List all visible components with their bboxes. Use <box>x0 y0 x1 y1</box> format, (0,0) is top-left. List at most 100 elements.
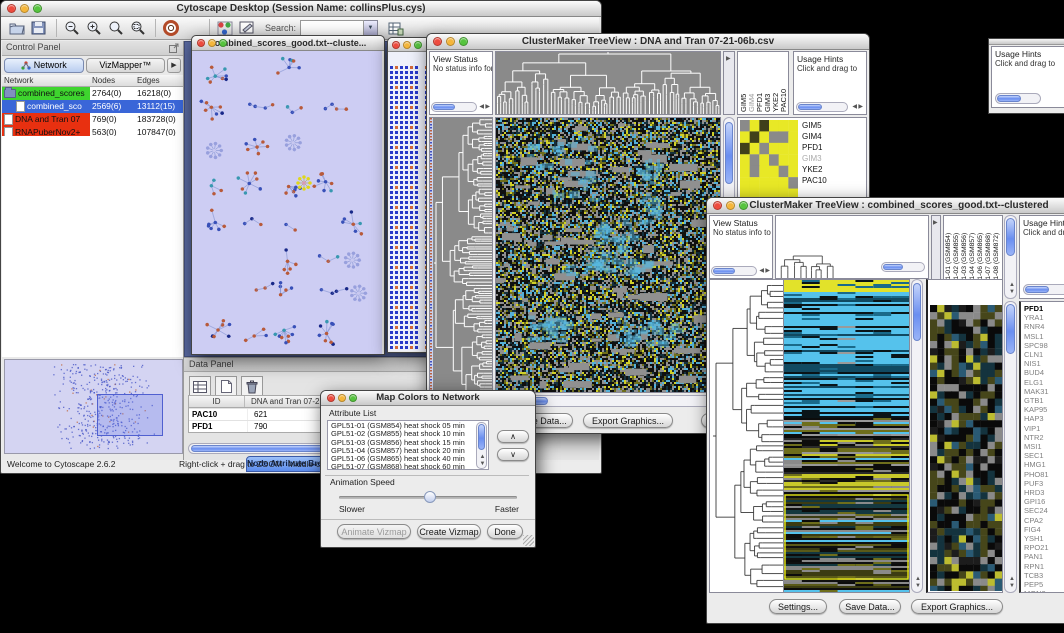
save-data-button[interactable]: Save Data... <box>839 599 901 614</box>
attribute-list-vscrollbar[interactable]: ▲ ▼ <box>476 422 487 469</box>
scroll-up-icon[interactable]: ▲ <box>915 576 921 582</box>
treeview2-titlebar[interactable]: ClusterMaker TreeView : combined_scores_… <box>707 198 1064 214</box>
create-vizmap-button[interactable]: Create Vizmap <box>417 524 481 539</box>
tab-overflow-arrow[interactable]: ▶ <box>167 58 181 73</box>
minimize-button[interactable] <box>726 201 735 210</box>
birdseye-view[interactable] <box>4 359 183 454</box>
settings-button[interactable]: Settings... <box>769 599 827 614</box>
gene-label[interactable]: MSI1 <box>1024 442 1064 451</box>
close-button[interactable] <box>713 201 722 210</box>
gene-label[interactable]: RPN1 <box>1024 562 1064 571</box>
attribute-list-item[interactable]: GPL51-07 (GSM868) heat shock 60 min <box>331 463 488 470</box>
expand-right-icon[interactable]: ▶ <box>933 220 938 226</box>
animation-speed-slider[interactable] <box>339 496 517 499</box>
gene-label[interactable]: HMG1 <box>1024 460 1064 469</box>
scroll-left-icon[interactable]: ◀ <box>759 268 764 274</box>
treeview1-column-dendrogram[interactable] <box>495 51 721 115</box>
scroll-down-icon[interactable]: ▼ <box>1009 289 1015 295</box>
minimize-button[interactable] <box>338 394 346 402</box>
scroll-down-icon[interactable]: ▼ <box>915 583 921 589</box>
gene-label[interactable]: SEC24 <box>1024 506 1064 515</box>
gene-label[interactable]: PEP5 <box>1024 580 1064 589</box>
network-list-row[interactable]: combined_sco2569(6)13112(15) <box>2 100 183 113</box>
treeview2-vscrollbar[interactable]: ▲ ▼ <box>911 279 923 593</box>
scroll-right-icon[interactable]: ▶ <box>858 104 863 110</box>
help-lifesaver-icon[interactable] <box>161 19 180 38</box>
gene-label[interactable]: BUD4 <box>1024 368 1064 377</box>
usage-hints-hscrollbar[interactable] <box>1023 284 1064 295</box>
gene-label[interactable]: NIS1 <box>1024 359 1064 368</box>
import-table-icon[interactable] <box>386 19 405 38</box>
treeview2-column-dendrogram[interactable] <box>775 215 929 279</box>
gene-list-vscrollbar[interactable]: ▲ ▼ <box>1004 301 1017 593</box>
network-list-row[interactable]: combined_scores2764(0)16218(0) <box>2 87 183 100</box>
gene-label[interactable]: SPC98 <box>1024 341 1064 350</box>
scroll-up-icon[interactable]: ▲ <box>1009 282 1015 288</box>
gene-label[interactable]: TCB3 <box>1024 571 1064 580</box>
column-area-hscrollbar[interactable] <box>881 262 925 272</box>
main-titlebar[interactable]: Cytoscape Desktop (Session Name: collins… <box>1 1 601 17</box>
close-button[interactable] <box>392 41 400 49</box>
slider-thumb[interactable] <box>424 491 436 503</box>
zoom-out-icon[interactable] <box>62 19 81 38</box>
scroll-down-icon[interactable]: ▼ <box>480 461 486 467</box>
gene-label[interactable]: MON2 <box>1024 589 1064 593</box>
gene-label[interactable]: KAP95 <box>1024 405 1064 414</box>
search-input[interactable] <box>300 20 364 36</box>
scroll-up-icon[interactable]: ▲ <box>1009 576 1015 582</box>
minimize-button[interactable] <box>446 37 455 46</box>
scroll-right-icon[interactable]: ▶ <box>765 268 770 274</box>
minimize-button[interactable] <box>20 4 29 13</box>
scroll-down-icon[interactable]: ▼ <box>1009 583 1015 589</box>
minimize-button[interactable] <box>403 41 411 49</box>
zoom-button[interactable] <box>459 37 468 46</box>
gene-label[interactable]: RNR4 <box>1024 322 1064 331</box>
gene-label[interactable]: FIG4 <box>1024 525 1064 534</box>
treeview1-row-dendrogram[interactable] <box>429 117 493 409</box>
scroll-left-icon[interactable]: ◀ <box>479 104 484 110</box>
treeview1-thumbnail-heatmap[interactable] <box>740 120 798 200</box>
column-labels-vscrollbar[interactable]: ▲ ▼ <box>1004 215 1017 299</box>
export-graphics-button[interactable]: Export Graphics... <box>911 599 1003 614</box>
close-button[interactable] <box>327 394 335 402</box>
scroll-left-icon[interactable]: ◀ <box>852 104 857 110</box>
scroll-right-icon[interactable]: ▶ <box>485 104 490 110</box>
gene-label[interactable]: YSH1 <box>1024 534 1064 543</box>
gene-label[interactable]: CLN1 <box>1024 350 1064 359</box>
network-view-titlebar[interactable]: combined_scores_good.txt--cluste... <box>192 36 384 51</box>
usage-hints-hscrollbar[interactable] <box>796 102 848 112</box>
zoom-in-icon[interactable] <box>84 19 103 38</box>
new-attribute-icon[interactable] <box>215 376 237 397</box>
treeview2-row-dendrogram[interactable] <box>709 279 784 593</box>
scroll-up-icon[interactable]: ▲ <box>480 454 486 460</box>
search-dropdown-icon[interactable]: ▼ <box>364 20 378 36</box>
tab-network[interactable]: Network <box>4 58 84 73</box>
gene-label[interactable]: PUF3 <box>1024 479 1064 488</box>
network-graph-canvas[interactable] <box>192 51 382 354</box>
zoom-button[interactable] <box>33 4 42 13</box>
gene-label[interactable]: SEC1 <box>1024 451 1064 460</box>
export-graphics-button[interactable]: Export Graphics... <box>583 413 673 428</box>
attribute-list-item[interactable]: GPL51-03 (GSM856) heat shock 15 min <box>331 439 488 447</box>
animate-vizmap-button[interactable]: Animate Vizmap <box>337 524 411 539</box>
save-icon[interactable] <box>29 19 48 38</box>
zoom-button[interactable] <box>414 41 422 49</box>
gene-label[interactable]: MSL1 <box>1024 332 1064 341</box>
gene-label[interactable]: HAP3 <box>1024 414 1064 423</box>
dialog-titlebar[interactable]: Map Colors to Network <box>321 391 535 406</box>
gene-label[interactable]: YRA1 <box>1024 313 1064 322</box>
resize-grip[interactable] <box>523 535 534 546</box>
close-button[interactable] <box>433 37 442 46</box>
view-status-hscrollbar[interactable] <box>711 266 757 276</box>
expand-right-icon[interactable]: ▶ <box>726 56 731 62</box>
gene-label[interactable]: VIP1 <box>1024 424 1064 433</box>
treeview1-heatmap[interactable] <box>495 117 721 393</box>
zoom-selected-region-icon[interactable] <box>128 19 147 38</box>
gene-label[interactable]: ELG1 <box>1024 378 1064 387</box>
gene-label[interactable]: NTR2 <box>1024 433 1064 442</box>
delete-attribute-trash-icon[interactable] <box>241 376 263 397</box>
select-attributes-icon[interactable] <box>189 376 211 397</box>
float-panel-icon[interactable] <box>169 43 179 55</box>
gene-label[interactable]: PFD1 <box>1024 304 1064 313</box>
treeview2-zoom-heatmap[interactable] <box>930 305 1002 591</box>
